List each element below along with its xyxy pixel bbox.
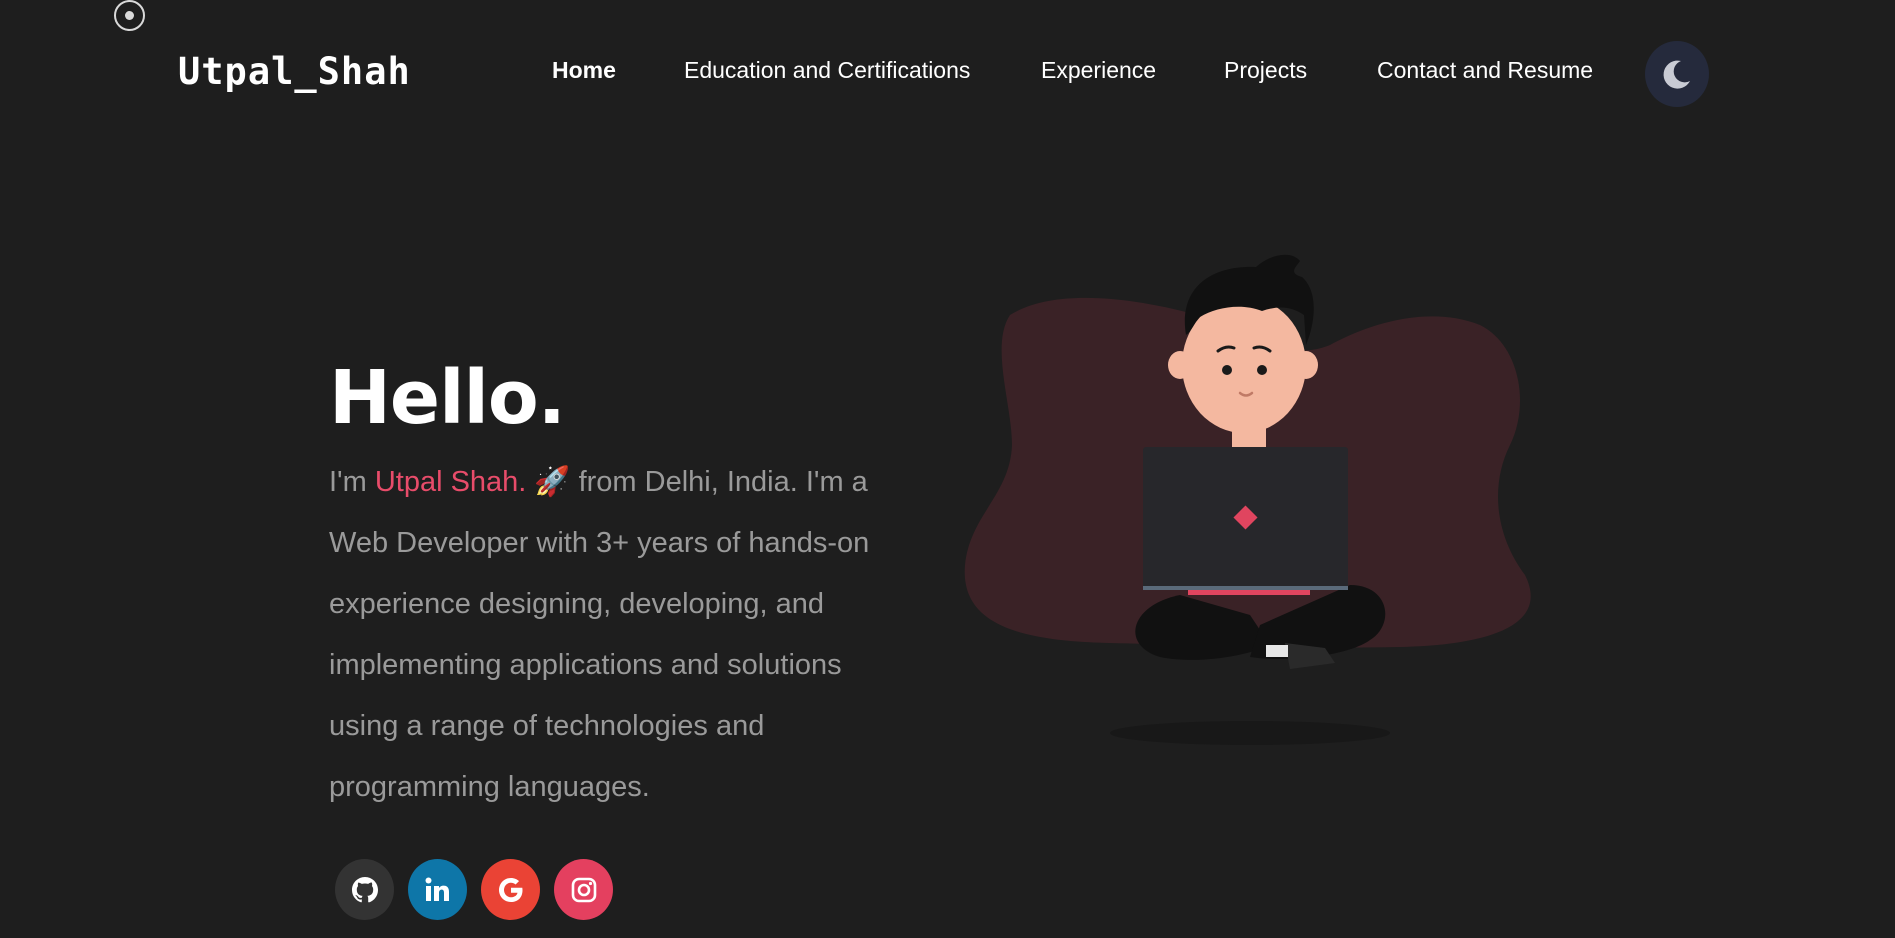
- google-icon: [498, 877, 522, 902]
- intro-prefix: I'm: [329, 466, 375, 498]
- google-link[interactable]: [481, 859, 540, 920]
- nav-home[interactable]: Home: [552, 57, 616, 84]
- linkedin-icon: [425, 877, 449, 901]
- cursor-dot: [125, 11, 134, 20]
- hero-greeting: Hello.: [329, 355, 566, 441]
- instagram-link[interactable]: [554, 859, 613, 920]
- rocket-emoji-icon: 🚀: [534, 466, 571, 498]
- face: [1182, 297, 1306, 433]
- right-eye: [1257, 365, 1267, 375]
- cursor-indicator-icon: [114, 0, 145, 31]
- nav-projects[interactable]: Projects: [1224, 57, 1307, 84]
- moon-icon: [1663, 60, 1690, 89]
- linkedin-link[interactable]: [408, 859, 467, 920]
- developer-with-laptop-illustration: [964, 254, 1531, 745]
- github-link[interactable]: [335, 859, 394, 920]
- nav-education-and-certifications[interactable]: Education and Certifications: [684, 57, 970, 84]
- sock: [1266, 645, 1288, 657]
- hero-intro: I'm Utpal Shah. 🚀 from Delhi, India. I'm…: [329, 452, 899, 818]
- hero-name: Utpal Shah.: [374, 466, 527, 498]
- github-icon: [351, 876, 378, 902]
- nav-contact-and-resume[interactable]: Contact and Resume: [1377, 57, 1593, 84]
- ground-shadow: [1110, 721, 1390, 745]
- left-eye: [1222, 365, 1232, 375]
- intro-rest: from Delhi, India. I'm a Web Developer w…: [329, 466, 870, 803]
- page: Utpal_Shah Home Education and Certificat…: [0, 0, 1895, 938]
- theme-toggle-button[interactable]: [1645, 41, 1709, 107]
- site-logo[interactable]: Utpal_Shah: [178, 50, 411, 93]
- laptop-edge: [1143, 586, 1348, 590]
- instagram-icon: [571, 877, 596, 902]
- nav-experience[interactable]: Experience: [1041, 57, 1156, 84]
